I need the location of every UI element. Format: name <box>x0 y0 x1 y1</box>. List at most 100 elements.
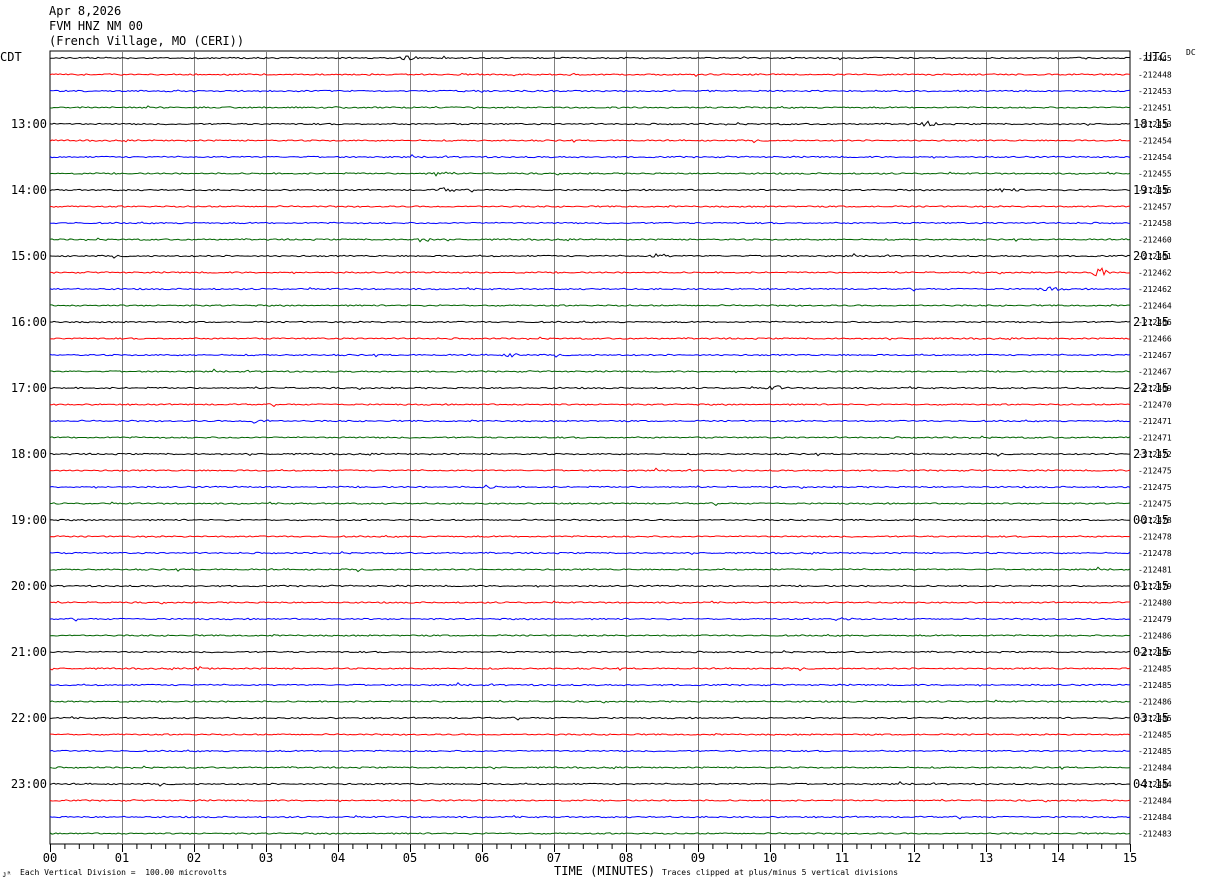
seismic-trace <box>49 55 1131 61</box>
x-tick-label: 07 <box>547 851 561 865</box>
seismic-trace <box>49 452 1131 457</box>
seismic-trace <box>49 534 1131 538</box>
dc-offset-label: -212458 <box>1138 219 1172 228</box>
seismic-trace <box>49 798 1131 803</box>
seismic-trace <box>49 765 1131 770</box>
seismic-trace <box>49 105 1131 110</box>
x-tick-label: 03 <box>259 851 273 865</box>
dc-offset-label: -212483 <box>1138 830 1172 839</box>
seismic-trace <box>49 832 1131 835</box>
dc-offset-label: -212486 <box>1138 698 1172 707</box>
utc-hour-label: 01:15 <box>1133 579 1169 593</box>
seismic-trace <box>49 221 1131 225</box>
seismic-trace <box>49 435 1131 440</box>
x-tick-label: 04 <box>331 851 345 865</box>
dc-offset-label: -212454 <box>1138 153 1172 162</box>
corner-mark: ᴊᴿ <box>2 870 12 879</box>
grid <box>49 50 1131 852</box>
dc-offset-label: -212455 <box>1138 170 1172 179</box>
x-tick-label: 00 <box>43 851 57 865</box>
seismic-trace <box>49 814 1131 820</box>
seismic-trace <box>49 352 1131 358</box>
dc-offset-label: -212484 <box>1138 797 1172 806</box>
utc-hour-label: 04:15 <box>1133 777 1169 791</box>
dc-offset-label: -212470 <box>1138 401 1172 410</box>
dc-offset-label: -212457 <box>1138 203 1172 212</box>
seismic-trace <box>49 336 1131 341</box>
seismic-trace <box>49 749 1131 753</box>
seismic-trace <box>49 267 1131 277</box>
utc-hour-label: 21:15 <box>1133 315 1169 329</box>
seismic-trace <box>49 187 1131 193</box>
x-tick-label: 12 <box>907 851 921 865</box>
seismic-trace <box>49 419 1131 424</box>
seismic-trace <box>49 780 1131 787</box>
dc-offset-label: -212484 <box>1138 813 1172 822</box>
seismic-trace <box>49 617 1131 622</box>
dc-offset-label: -212454 <box>1138 137 1172 146</box>
seismic-trace <box>49 518 1131 522</box>
seismic-trace <box>49 550 1131 556</box>
utc-hour-label: 00:15 <box>1133 513 1169 527</box>
plot-frame <box>49 50 1131 845</box>
seismic-trace <box>49 120 1131 127</box>
dc-offset-label: -212462 <box>1138 269 1172 278</box>
cdt-hour-label: 19:00 <box>11 513 47 527</box>
traces <box>49 55 1131 835</box>
dc-offset-label: -212478 <box>1138 533 1172 542</box>
cdt-hour-label: 16:00 <box>11 315 47 329</box>
cdt-hour-label: 13:00 <box>11 117 47 131</box>
dc-offset-label: -212485 <box>1138 665 1172 674</box>
seismic-trace <box>49 403 1131 408</box>
seismic-trace <box>49 205 1131 208</box>
dc-offset-label: -212462 <box>1138 285 1172 294</box>
x-tick-label: 11 <box>835 851 849 865</box>
seismic-trace <box>49 153 1131 159</box>
dc-offset-label: -212485 <box>1138 747 1172 756</box>
seismic-trace <box>49 699 1131 704</box>
seismic-trace <box>49 681 1131 687</box>
dc-offset-label: -212445 <box>1138 54 1172 63</box>
seismic-trace <box>49 320 1131 324</box>
dc-offset-label: -212475 <box>1138 467 1172 476</box>
seismic-trace <box>49 237 1131 243</box>
dc-offset-label: -212471 <box>1138 417 1172 426</box>
seismic-trace <box>49 600 1131 605</box>
seismic-trace <box>49 733 1131 736</box>
clip-note: Traces clipped at plus/minus 5 vertical … <box>662 868 899 877</box>
dc-offset-label: -212485 <box>1138 681 1172 690</box>
x-tick-label: 14 <box>1051 851 1065 865</box>
seismic-trace <box>49 252 1131 259</box>
cdt-hour-label: 23:00 <box>11 777 47 791</box>
dc-offset-label: -212478 <box>1138 549 1172 558</box>
utc-hour-label: 23:15 <box>1133 447 1169 461</box>
dc-offset-label: -212467 <box>1138 351 1172 360</box>
cdt-hour-label: 15:00 <box>11 249 47 263</box>
x-axis-title: TIME (MINUTES) <box>554 864 656 878</box>
dc-offset-label: -212475 <box>1138 483 1172 492</box>
dc-offset-label: -212471 <box>1138 434 1172 443</box>
dc-offset-label: -212464 <box>1138 302 1172 311</box>
x-tick-label: 15 <box>1123 851 1137 865</box>
dc-offset-label: -212481 <box>1138 566 1172 575</box>
seismic-trace <box>49 649 1131 654</box>
cdt-hour-label: 21:00 <box>11 645 47 659</box>
seismic-trace <box>49 139 1131 144</box>
x-tick-label: 08 <box>619 851 633 865</box>
dc-offset-label: -212467 <box>1138 368 1172 377</box>
dc-offset-label: -212466 <box>1138 335 1172 344</box>
dc-offset-label: -212451 <box>1138 104 1172 113</box>
seismic-trace <box>49 584 1131 588</box>
x-tick-label: 13 <box>979 851 993 865</box>
seismic-trace <box>49 501 1131 507</box>
seismic-trace <box>49 484 1131 490</box>
seismic-trace <box>49 286 1131 292</box>
helicorder-chart: 00 01 02 03 04 05 06 07 08 09 10 11 12 13 14 15 -212445 -… <box>11 50 1172 865</box>
dc-offset-label: -212460 <box>1138 236 1172 245</box>
dc-offset-label: -212480 <box>1138 599 1172 608</box>
dc-offset-label: -212485 <box>1138 731 1172 740</box>
dc-offset-label: -212479 <box>1138 615 1172 624</box>
seismic-trace <box>49 633 1131 637</box>
cdt-hour-label: 18:00 <box>11 447 47 461</box>
dc-offset-label: -212475 <box>1138 500 1172 509</box>
